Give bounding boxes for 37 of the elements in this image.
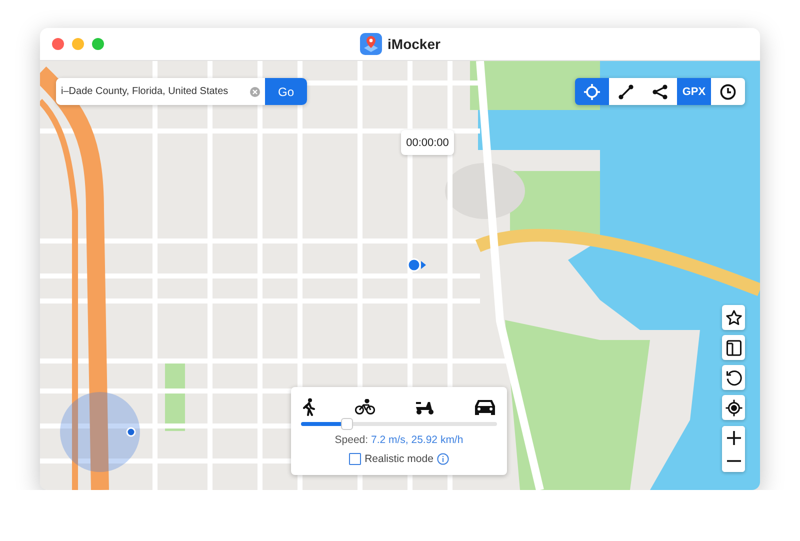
realistic-mode-label: Realistic mode bbox=[364, 453, 434, 465]
favorite-button[interactable] bbox=[722, 305, 745, 330]
clear-icon[interactable] bbox=[250, 86, 260, 96]
speed-text: Speed: 7.2 m/s, 25.92 km/h bbox=[334, 434, 464, 446]
clock-icon bbox=[720, 84, 736, 100]
crosshair-icon bbox=[584, 84, 600, 100]
app-logo-icon bbox=[360, 33, 382, 55]
info-icon[interactable] bbox=[437, 453, 450, 465]
zoom-in-icon bbox=[726, 430, 740, 444]
share-icon bbox=[652, 84, 668, 100]
zoom-in-button[interactable] bbox=[722, 426, 745, 449]
walking-person-icon bbox=[302, 398, 316, 416]
route-button[interactable] bbox=[609, 78, 643, 105]
target-icon bbox=[724, 398, 742, 416]
car-icon bbox=[474, 398, 496, 416]
scooter-icon bbox=[414, 399, 435, 415]
locate-button[interactable] bbox=[722, 395, 745, 420]
multi-stop-button[interactable] bbox=[643, 78, 677, 105]
location-marker-icon bbox=[407, 258, 427, 272]
checkbox[interactable] bbox=[348, 453, 361, 465]
teleport-button[interactable] bbox=[575, 78, 609, 105]
refresh-icon bbox=[724, 368, 742, 386]
accuracy-circle-icon bbox=[60, 392, 140, 472]
slider-handle[interactable] bbox=[341, 418, 354, 430]
search-field[interactable]: i–Dade County, Florida, United States Go bbox=[56, 78, 307, 105]
gpx-button[interactable]: GPX bbox=[677, 78, 711, 105]
line-icon bbox=[618, 84, 634, 100]
device-button[interactable] bbox=[722, 335, 745, 360]
bicycle-icon bbox=[355, 399, 376, 415]
star-icon bbox=[724, 308, 742, 326]
reset-button[interactable] bbox=[722, 365, 745, 390]
history-button[interactable] bbox=[711, 78, 745, 105]
window-title: iMocker bbox=[388, 36, 440, 52]
timer: 00:00:00 bbox=[401, 130, 454, 155]
zoom-out-button[interactable] bbox=[722, 449, 745, 472]
close-window-button[interactable] bbox=[52, 38, 64, 50]
go-button[interactable]: Go bbox=[265, 78, 307, 105]
